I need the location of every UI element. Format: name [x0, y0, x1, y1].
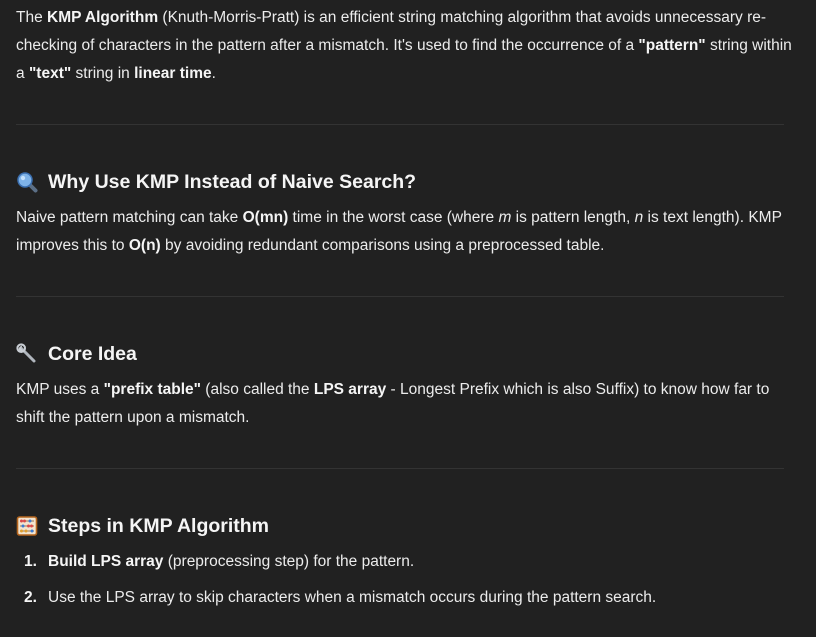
list-item-text: (preprocessing step) for the pattern.	[163, 553, 415, 570]
intro-bold-kmp: KMP Algorithm	[47, 9, 159, 26]
divider	[16, 296, 784, 297]
intro-bold-linear-time: linear time	[134, 65, 212, 82]
why-text-2: time in the worst case (where	[288, 209, 499, 226]
why-bold-on: O(n)	[128, 237, 161, 254]
core-heading-text: Core Idea	[48, 343, 137, 365]
list-item-number: 2.	[24, 589, 37, 606]
list-item-text: Use the LPS array to skip characters whe…	[48, 589, 657, 606]
divider	[16, 468, 784, 469]
why-paragraph: Naive pattern matching can take O(mn) ti…	[16, 204, 800, 260]
list-item: 1. Build LPS array (preprocessing step) …	[16, 548, 800, 576]
core-heading: Core Idea	[16, 340, 800, 368]
list-item-body: Build LPS array (preprocessing step) for…	[48, 548, 414, 576]
core-paragraph: KMP uses a "prefix table" (also called t…	[16, 376, 800, 432]
core-text-2: (also called the	[200, 381, 314, 398]
why-italic-m: m	[498, 209, 512, 226]
core-bold-lps-array: LPS array	[313, 381, 387, 398]
steps-heading: Steps in KMP Algorithm	[16, 512, 800, 540]
why-heading-text: Why Use KMP Instead of Naive Search?	[48, 171, 417, 193]
why-text-3: is pattern length,	[511, 209, 635, 226]
list-item-body: Use the LPS array to skip characters whe…	[48, 584, 656, 612]
abacus-icon	[16, 515, 38, 537]
why-bold-omn: O(mn)	[242, 209, 289, 226]
why-text-5: by avoiding redundant comparisons using …	[160, 237, 605, 254]
magnifying-glass-icon	[16, 171, 38, 193]
intro-paragraph: The KMP Algorithm (Knuth-Morris-Pratt) i…	[16, 4, 800, 88]
why-text-1: Naive pattern matching can take	[16, 209, 243, 226]
core-text-1: KMP uses a	[16, 381, 104, 398]
list-item-bold: Build LPS array	[48, 553, 164, 570]
intro-bold-text: "text"	[28, 65, 72, 82]
core-bold-prefix-table: "prefix table"	[103, 381, 201, 398]
intro-text-5: .	[211, 65, 216, 82]
message-content: The KMP Algorithm (Knuth-Morris-Pratt) i…	[0, 0, 816, 612]
why-italic-n: n	[634, 209, 644, 226]
divider	[16, 124, 784, 125]
wrench-icon	[16, 343, 38, 365]
why-heading: Why Use KMP Instead of Naive Search?	[16, 168, 800, 196]
list-item: 2. Use the LPS array to skip characters …	[16, 584, 800, 612]
steps-heading-text: Steps in KMP Algorithm	[48, 515, 270, 537]
intro-bold-pattern: "pattern"	[638, 37, 706, 54]
steps-list: 1. Build LPS array (preprocessing step) …	[16, 548, 800, 612]
intro-text-1: The	[16, 9, 48, 26]
intro-text-4: string in	[71, 65, 135, 82]
list-item-number: 1.	[24, 553, 37, 570]
